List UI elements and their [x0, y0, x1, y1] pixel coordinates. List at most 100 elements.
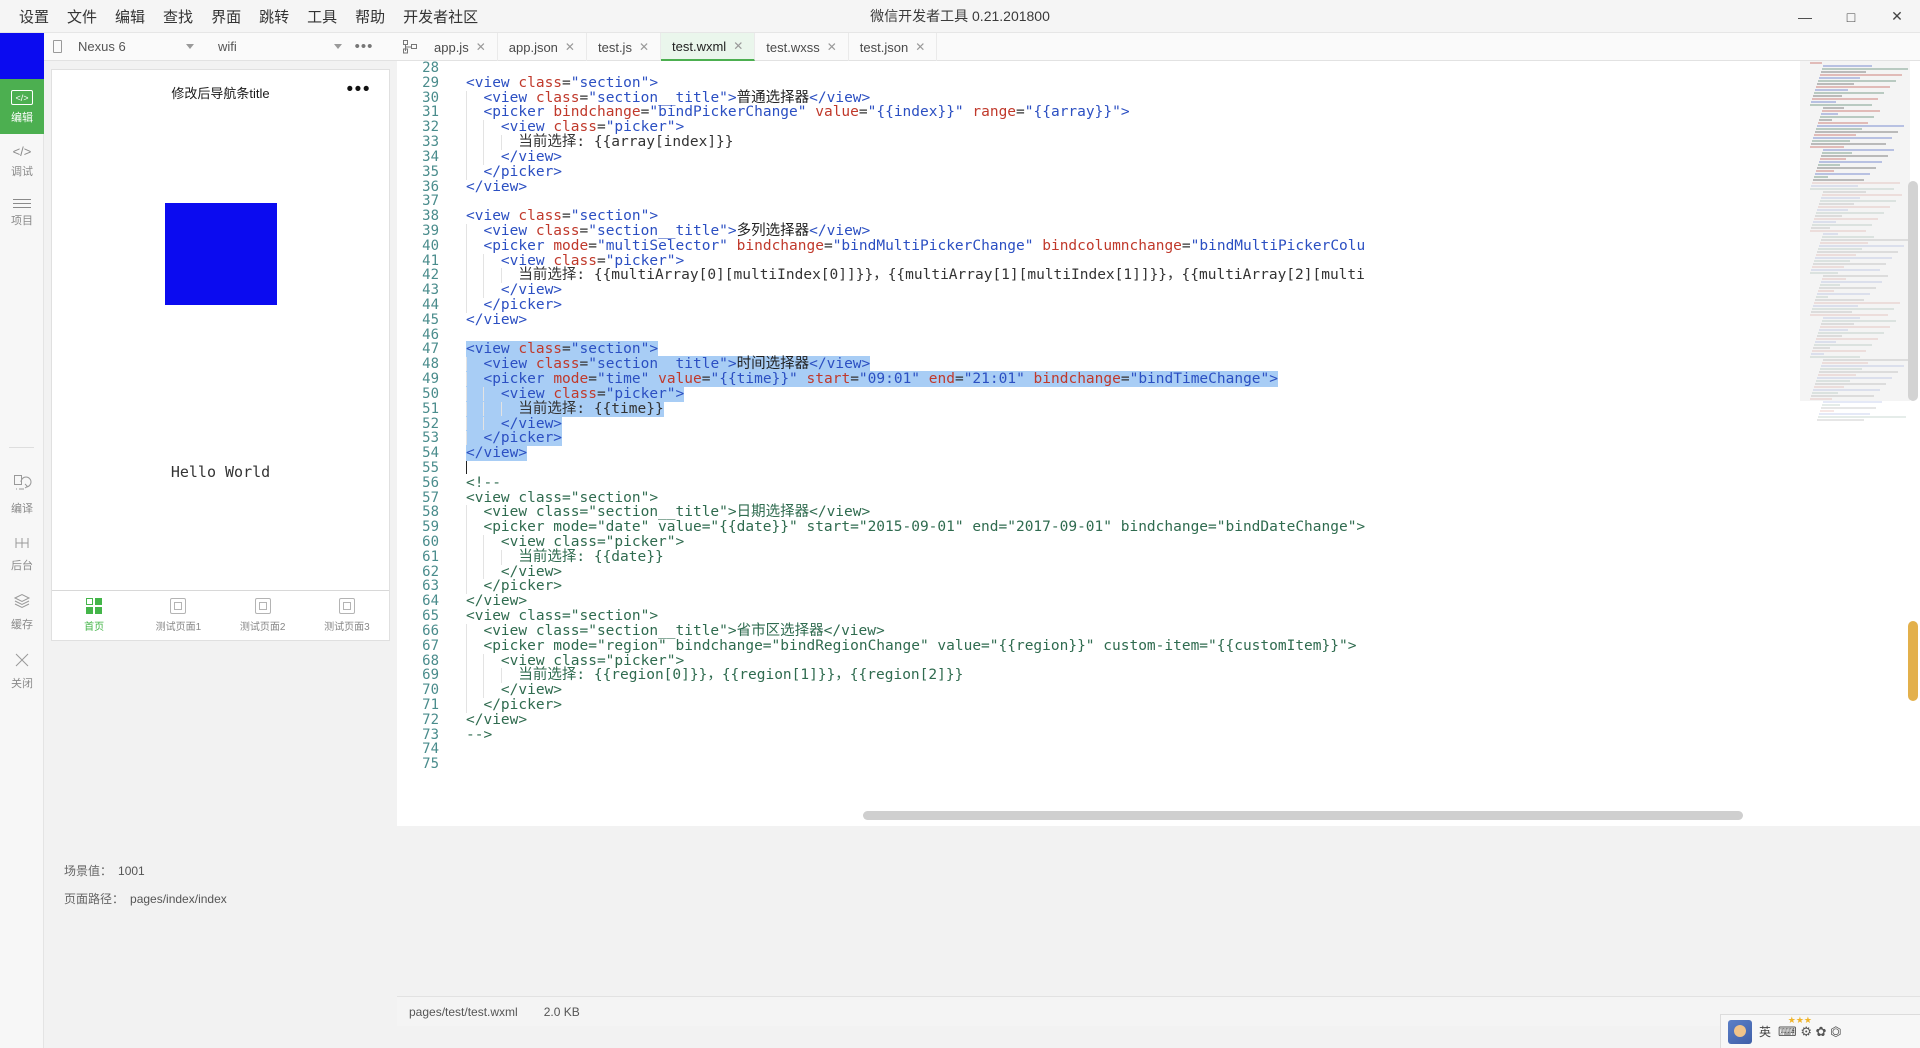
menu-item-8[interactable]: 开发者社区: [394, 2, 487, 31]
code-line-text[interactable]: </view>: [449, 712, 527, 728]
menu-item-7[interactable]: 帮助: [346, 2, 394, 31]
close-icon[interactable]: ✕: [565, 40, 575, 54]
editor-horizontal-scrollbar[interactable]: [863, 811, 1743, 820]
code-line-text[interactable]: <view class="section__title">省市区选择器</vie…: [449, 623, 885, 639]
code-line[interactable]: 37: [397, 194, 1920, 209]
code-line-text[interactable]: </view>: [449, 415, 563, 432]
phone-tabbar-item-0[interactable]: 首页: [52, 598, 136, 633]
code-line-text[interactable]: </picker>: [449, 298, 562, 313]
code-line-text[interactable]: </view>: [449, 594, 527, 609]
code-lines[interactable]: 28 29 <view class="section"> 30 <view class…: [397, 61, 1920, 826]
code-line[interactable]: 58 <view class="section__title">日期选择器</v…: [397, 505, 1920, 521]
phone-nav-more-icon[interactable]: •••: [347, 80, 371, 99]
code-line[interactable]: 55: [397, 461, 1920, 476]
code-line-text[interactable]: <picker mode="region" bindchange="bindRe…: [449, 638, 1356, 654]
code-line[interactable]: 40 <picker mode="multiSelector" bindchan…: [397, 238, 1920, 254]
code-line-text[interactable]: <view class="section">: [449, 209, 658, 224]
code-line-text[interactable]: </view>: [449, 683, 562, 698]
code-line-text[interactable]: <view class="section__title">普通选择器</view…: [449, 90, 870, 106]
menu-item-6[interactable]: 工具: [298, 2, 346, 31]
code-line[interactable]: 42 当前选择: {{multiArray[0][multiIndex[0]]}…: [397, 268, 1920, 284]
code-line-text[interactable]: </picker>: [449, 430, 563, 447]
menu-item-0[interactable]: 设置: [10, 2, 58, 31]
code-line-text[interactable]: </view>: [449, 564, 562, 580]
code-line[interactable]: 39 <view class="section__title">多列选择器</v…: [397, 224, 1920, 239]
close-icon[interactable]: ✕: [915, 40, 925, 54]
code-line[interactable]: 35 </picker>: [397, 164, 1920, 180]
toolbar-more-button[interactable]: •••: [350, 33, 378, 61]
code-line[interactable]: 71 </picker>: [397, 698, 1920, 713]
code-line-text[interactable]: <picker mode="time" value="{{time}}" sta…: [449, 371, 1279, 388]
code-line-text[interactable]: </picker>: [449, 164, 562, 180]
editor-tab-1[interactable]: app.json ✕: [498, 33, 587, 61]
code-line-text[interactable]: 当前选择: {{time}}: [449, 400, 664, 417]
code-line[interactable]: 69 当前选择: {{region[0]}}，{{region[1]}}，{{r…: [397, 668, 1920, 684]
menu-item-5[interactable]: 跳转: [250, 2, 298, 31]
code-line[interactable]: 44 </picker>: [397, 298, 1920, 313]
close-icon[interactable]: ✕: [827, 40, 837, 54]
code-line-text[interactable]: <view class="picker">: [449, 535, 684, 550]
code-line[interactable]: 54 </view>: [397, 445, 1920, 462]
rail-item-project[interactable]: 项目: [0, 188, 44, 237]
code-line[interactable]: 75: [397, 757, 1920, 772]
maximize-button[interactable]: □: [1828, 0, 1874, 33]
minimap-viewport[interactable]: [1800, 61, 1910, 401]
code-line-text[interactable]: <!--: [449, 475, 501, 491]
menu-item-2[interactable]: 编辑: [106, 2, 154, 31]
code-line-text[interactable]: <view class="section__title">多列选择器</view…: [449, 224, 870, 239]
code-line[interactable]: 52 </view>: [397, 415, 1920, 432]
code-line-text[interactable]: </view>: [449, 283, 562, 298]
code-line-text[interactable]: </view>: [449, 445, 528, 462]
code-line[interactable]: 32 <view class="picker">: [397, 120, 1920, 136]
code-line[interactable]: 65 <view class="section">: [397, 609, 1920, 624]
editor-tab-4[interactable]: test.wxss ✕: [755, 33, 849, 61]
phone-tabbar-item-2[interactable]: 测试页面2: [221, 598, 305, 633]
code-line[interactable]: 56 <!--: [397, 475, 1920, 491]
code-line-text[interactable]: </picker>: [449, 698, 562, 713]
editor-tab-0[interactable]: app.js ✕: [423, 33, 498, 61]
code-line-text[interactable]: [449, 460, 467, 476]
rail-item-background[interactable]: 后台: [0, 525, 44, 582]
code-line[interactable]: 72 </view>: [397, 712, 1920, 728]
code-line[interactable]: 36 </view>: [397, 179, 1920, 195]
code-line-text[interactable]: <view class="section">: [449, 75, 658, 91]
editor-scroll-marker[interactable]: [1908, 621, 1918, 701]
code-line[interactable]: 28: [397, 61, 1920, 76]
code-line-text[interactable]: <view class="section">: [449, 609, 658, 624]
code-line[interactable]: 34 </view>: [397, 149, 1920, 165]
code-line-text[interactable]: -->: [449, 727, 492, 743]
rail-item-compile[interactable]: 编译: [0, 462, 44, 525]
code-line[interactable]: 60 <view class="picker">: [397, 535, 1920, 550]
code-line-text[interactable]: </view>: [449, 179, 527, 195]
code-line[interactable]: 38 <view class="section">: [397, 209, 1920, 224]
minimize-button[interactable]: —: [1782, 0, 1828, 33]
code-line[interactable]: 59 <picker mode="date" value="{{date}}" …: [397, 520, 1920, 535]
code-line-text[interactable]: <picker mode="date" value="{{date}}" sta…: [449, 520, 1365, 535]
code-line[interactable]: 51 当前选择: {{time}}: [397, 400, 1920, 417]
rail-item-debug[interactable]: </> 调试: [0, 134, 44, 188]
code-line-text[interactable]: </view>: [449, 149, 562, 165]
code-line-text[interactable]: </view>: [449, 312, 527, 328]
code-line-text[interactable]: <picker bindchange = "bindPickerChange" va…: [449, 105, 1130, 121]
code-line-text[interactable]: 当前选择: {{array[index]}}: [449, 135, 734, 150]
code-line-text[interactable]: <view class="section__title">日期选择器</view…: [449, 505, 870, 521]
code-line-text[interactable]: <view class="section__title">时间选择器</view…: [449, 356, 871, 373]
code-line-text[interactable]: <picker mode="multiSelector" bindchange=…: [449, 238, 1365, 254]
code-line-text[interactable]: 当前选择: {{date}}: [449, 549, 664, 565]
code-line[interactable]: 62 </view>: [397, 564, 1920, 580]
code-line[interactable]: 30 <view class="section__title">普通选择器</v…: [397, 90, 1920, 106]
phone-tabbar-item-3[interactable]: 测试页面3: [305, 598, 389, 633]
editor-tab-3[interactable]: test.wxml ✕: [661, 33, 756, 61]
device-select[interactable]: Nexus 6: [70, 33, 202, 61]
code-line[interactable]: 31 <picker bindchange = "bindPickerChange"…: [397, 105, 1920, 121]
code-line[interactable]: 45 </view>: [397, 312, 1920, 328]
network-select[interactable]: wifi: [210, 33, 350, 61]
code-line[interactable]: 61 当前选择: {{date}}: [397, 549, 1920, 565]
close-icon[interactable]: ✕: [733, 39, 743, 53]
menu-item-4[interactable]: 界面: [202, 2, 250, 31]
code-line-text[interactable]: 当前选择: {{multiArray[0][multiIndex[0]]}}，{…: [449, 268, 1365, 284]
ime-language-label[interactable]: 英: [1759, 1023, 1771, 1040]
file-tree-icon[interactable]: [397, 33, 423, 61]
code-line[interactable]: 48 <view class="section__title">时间选择器</v…: [397, 356, 1920, 373]
code-line[interactable]: 73 -->: [397, 727, 1920, 743]
